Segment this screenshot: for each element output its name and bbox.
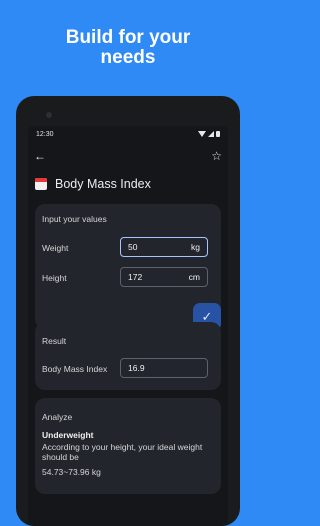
bmi-value: 16.9 — [128, 363, 145, 373]
status-time: 12:30 — [36, 130, 54, 138]
analysis-description: According to your height, your ideal wei… — [42, 442, 203, 462]
wifi-icon — [198, 131, 206, 137]
arrow-left-icon[interactable]: ← — [34, 149, 46, 163]
ideal-weight-range: 54.73~73.96 kg — [42, 467, 101, 477]
headline-line-2: needs — [100, 47, 156, 68]
bmi-result-field: 16.9 — [120, 358, 208, 378]
app-bar: ← ☆ — [28, 144, 228, 168]
result-card-title: Result — [42, 336, 67, 346]
result-card: Result Body Mass Index 16.9 — [35, 322, 221, 390]
height-label: Height — [42, 273, 67, 283]
app-screen: 12:30 ← ☆ Body Mass Index Input your val… — [28, 126, 228, 526]
status-bar: 12:30 — [28, 126, 228, 142]
height-input[interactable]: 172 cm — [120, 267, 208, 287]
battery-icon — [216, 131, 220, 137]
calendar-icon — [35, 178, 47, 190]
bmi-classification: Underweight — [42, 430, 94, 440]
headline-line-1: Build for your — [65, 27, 191, 48]
analysis-card: Analyze Underweight According to your he… — [35, 398, 221, 494]
promo-headline: Build for your needs — [0, 28, 256, 68]
page-header: Body Mass Index — [28, 168, 228, 194]
page-title: Body Mass Index — [55, 177, 151, 191]
height-unit: cm — [188, 272, 200, 282]
front-camera — [46, 112, 52, 118]
status-icons — [198, 131, 220, 137]
signal-icon — [208, 131, 214, 137]
input-card-title: Input your values — [42, 214, 107, 224]
analysis-card-title: Analyze — [42, 412, 73, 422]
weight-input[interactable]: 50 kg — [120, 237, 208, 257]
height-value: 172 — [128, 272, 143, 282]
star-icon[interactable]: ☆ — [211, 149, 222, 163]
weight-label: Weight — [42, 243, 69, 253]
bmi-label: Body Mass Index — [42, 364, 108, 374]
phone-frame: 12:30 ← ☆ Body Mass Index Input your val… — [16, 96, 240, 526]
weight-value: 50 — [128, 242, 138, 252]
weight-unit: kg — [191, 242, 200, 252]
